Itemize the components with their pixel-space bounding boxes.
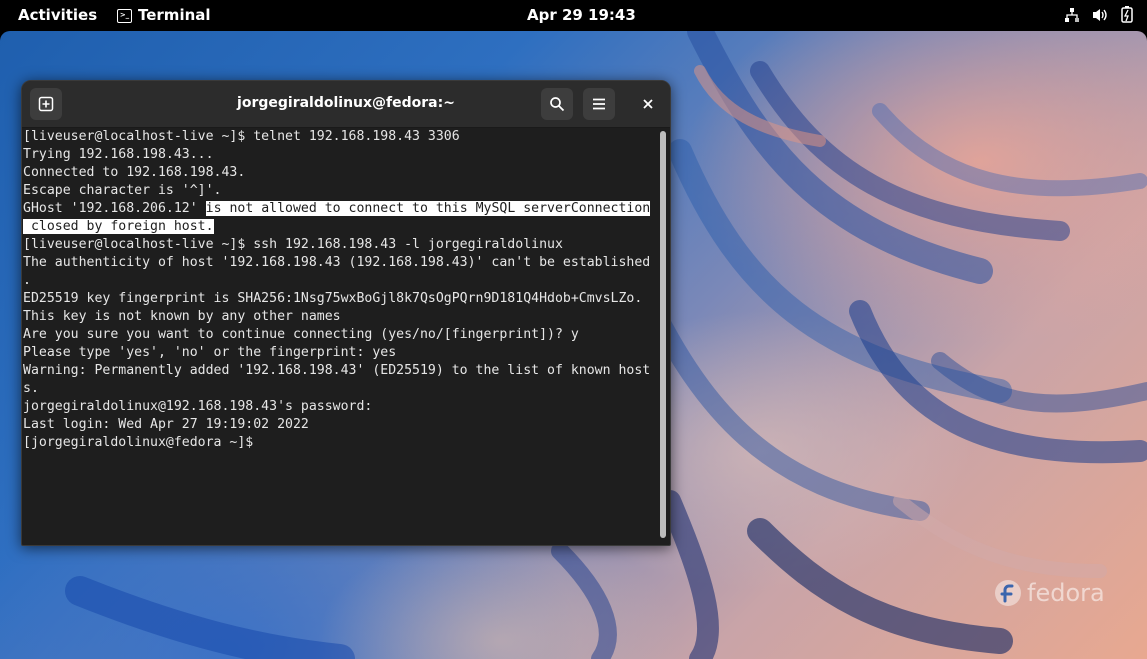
terminal-line: Trying 192.168.198.43...	[23, 147, 214, 162]
volume-icon	[1092, 7, 1109, 27]
terminal-line: closed by foreign host.	[23, 218, 659, 236]
close-icon	[643, 99, 653, 109]
fedora-logo-icon	[995, 580, 1021, 606]
fedora-logo: fedora	[994, 579, 1105, 607]
clock[interactable]: Apr 29 19:43	[527, 6, 636, 24]
selected-text: is not allowed to connect to this MySQL …	[205, 201, 651, 216]
terminal-line: The authenticity of host '192.168.198.43…	[23, 255, 651, 270]
selected-text: closed by foreign host.	[23, 219, 214, 234]
search-button[interactable]	[541, 88, 573, 120]
terminal-prompt[interactable]: [jorgegiraldolinux@fedora ~]$	[23, 434, 659, 452]
battery-icon	[1121, 6, 1133, 27]
terminal-line: Warning: Permanently added '192.168.198.…	[23, 363, 651, 378]
terminal-line: This key is not known by any other names	[23, 309, 341, 324]
terminal-text: GHost '192.168.206.12'	[23, 201, 206, 216]
terminal-line: [liveuser@localhost-live ~]$ telnet 192.…	[23, 129, 460, 144]
app-menu[interactable]: >_ Terminal	[117, 6, 211, 24]
top-bar: Activities >_ Terminal Apr 29 19:43	[0, 0, 1147, 31]
close-button[interactable]	[632, 88, 664, 120]
terminal-output[interactable]: [liveuser@localhost-live ~]$ telnet 192.…	[22, 128, 659, 544]
terminal-icon: >_	[117, 9, 132, 23]
terminal-line: s.	[23, 381, 39, 396]
system-tray[interactable]	[1064, 6, 1133, 27]
scrollbar[interactable]	[658, 128, 670, 544]
terminal-titlebar[interactable]: jorgegiraldolinux@fedora:~	[22, 81, 670, 128]
terminal-window[interactable]: jorgegiraldolinux@fedora:~ [liveuser@loc…	[21, 80, 671, 546]
terminal-line: .	[23, 273, 31, 288]
activities-button[interactable]: Activities	[18, 6, 97, 24]
hamburger-icon	[593, 98, 605, 110]
terminal-line: GHost '192.168.206.12' is not allowed to…	[23, 200, 659, 218]
search-icon	[550, 97, 565, 112]
network-icon	[1064, 7, 1080, 27]
menu-button[interactable]	[583, 88, 615, 120]
terminal-line: Are you sure you want to continue connec…	[23, 327, 579, 342]
fedora-logo-text: fedora	[1027, 579, 1105, 607]
terminal-line: Last login: Wed Apr 27 19:19:02 2022	[23, 417, 309, 432]
scrollbar-thumb[interactable]	[660, 131, 666, 538]
terminal-line: [liveuser@localhost-live ~]$ ssh 192.168…	[23, 237, 563, 252]
terminal-line: jorgegiraldolinux@192.168.198.43's passw…	[23, 399, 373, 414]
terminal-line: ED25519 key fingerprint is SHA256:1Nsg75…	[23, 291, 643, 306]
app-menu-label: Terminal	[138, 6, 211, 24]
terminal-line: Escape character is '^]'.	[23, 183, 222, 198]
terminal-line: Connected to 192.168.198.43.	[23, 165, 246, 180]
terminal-line: Please type 'yes', 'no' or the fingerpri…	[23, 345, 397, 360]
